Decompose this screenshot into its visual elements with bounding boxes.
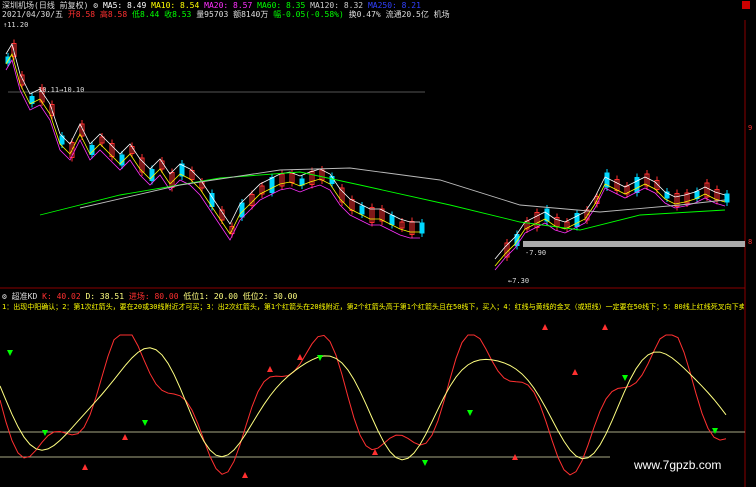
axis-tick-8: 8 <box>748 238 753 246</box>
buy-arrow-icon <box>572 369 578 375</box>
candle-body <box>724 193 730 203</box>
candle-body <box>239 202 245 218</box>
lowest-price-value: 7.30 <box>512 277 530 285</box>
kd-lines <box>0 334 727 476</box>
sell-arrow-icon <box>467 410 473 416</box>
k-line <box>0 334 727 476</box>
buy-arrow-icon <box>82 464 88 470</box>
candle-body <box>359 205 365 215</box>
sell-arrow-icon <box>7 350 13 356</box>
candle-body <box>634 177 640 193</box>
indicator-buy: 进场: 80.00 <box>128 292 179 301</box>
low-price-value: 7.90 <box>529 249 547 257</box>
indicator-k: K: 40.02 <box>42 292 81 301</box>
low-price-label: -7.90 <box>525 249 547 257</box>
buy-arrow-icon <box>242 472 248 478</box>
indicator-d: D: 38.51 <box>85 292 125 301</box>
buy-arrow-icon <box>297 354 303 360</box>
watermark: www.7gpzb.com <box>634 458 722 472</box>
sell-arrow-icon <box>142 420 148 426</box>
indicator-low1: 低位1: 20.00 <box>183 292 238 301</box>
settings-icon-kd[interactable]: ⚙ <box>2 292 7 301</box>
sell-arrow-icon <box>622 375 628 381</box>
buy-arrow-icon <box>267 366 273 372</box>
support-band <box>523 241 745 247</box>
indicator-name[interactable]: 超准KD <box>12 292 38 301</box>
sell-arrow-icon <box>712 428 718 434</box>
sell-arrow-icon <box>42 430 48 436</box>
d-line <box>0 347 727 461</box>
candlesticks <box>5 39 730 261</box>
buy-arrow-icon <box>602 324 608 330</box>
sell-arrow-icon <box>317 355 323 361</box>
indicator-note: 1：出现中阳确认；2：第1次红箭头，要在20或30线附近才可买；3：出2次红箭头… <box>2 303 744 311</box>
lowest-price-label: ←7.30 <box>508 277 530 285</box>
indicator-low2: 低位2: 30.00 <box>242 292 298 301</box>
high-price-value: 11.20 <box>7 21 29 29</box>
candle-body <box>269 177 275 193</box>
indicator-header: ⚙ 超准KD K: 40.02 D: 38.51 进场: 80.00 低位1: … <box>2 292 297 301</box>
mid-price-label: 10.11→10.10 <box>38 86 85 94</box>
buy-arrow-icon <box>122 434 128 440</box>
high-price-label: ↑11.20 <box>3 21 29 29</box>
sell-arrow-icon <box>422 460 428 466</box>
buy-arrow-icon <box>542 324 548 330</box>
ma120-line <box>79 167 726 213</box>
kd-signal-arrows <box>7 324 718 478</box>
axis-tick-9: 9 <box>748 124 753 132</box>
candle-body <box>389 215 395 225</box>
price-chart[interactable] <box>0 0 756 487</box>
candle-body <box>299 178 305 186</box>
candle-body <box>419 222 425 234</box>
